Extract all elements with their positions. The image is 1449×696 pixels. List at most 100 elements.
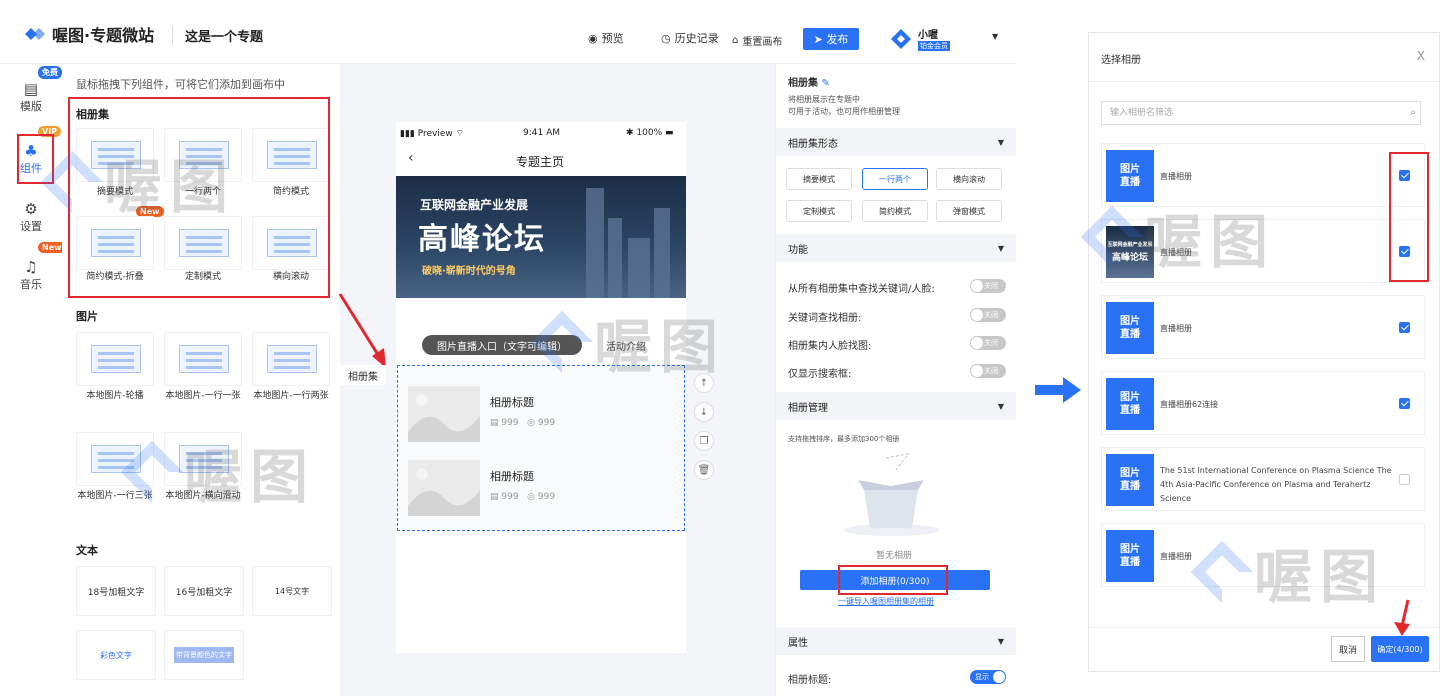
cancel-button[interactable]: 取消 [1331,636,1365,662]
image-thumb-icon [179,345,229,373]
section-function[interactable]: 功能 ▼ [776,234,1016,262]
tile-text-bg[interactable]: 带背景颜色的文字 [164,630,244,680]
highlight-box [17,134,54,184]
tile-image-three[interactable] [76,432,154,486]
move-up-icon[interactable]: ↑ [694,373,714,393]
close-icon[interactable]: X [1417,49,1425,63]
chevron-down-icon: ▼ [997,137,1004,147]
move-down-icon[interactable]: ↓ [694,402,714,422]
section-attr[interactable]: 属性 ▼ [776,627,1016,655]
list-item[interactable]: 相册标题 ▤ 999 ◎ 999 [408,386,668,442]
mode-summary[interactable]: 摘要模式 [786,168,852,190]
reset-button[interactable]: ⌂ 重置画布 [732,33,782,48]
tile-image-two[interactable] [252,332,330,386]
toggle-switch[interactable]: 显示 [970,670,1006,684]
list-item[interactable]: 图片 直播 直播相册 [1101,295,1425,359]
user-name: 小喔 [918,30,938,41]
tab-activity[interactable]: 活动介绍 [606,338,646,353]
highlight-box [1389,152,1429,282]
history-button[interactable]: ◷ 历史记录 [661,30,719,46]
list-item[interactable]: 互联网金融产业发展 高峰论坛 直播相册 [1101,219,1425,283]
tile-text-18[interactable]: 18号加粗文字 [76,566,156,616]
tile-text-color[interactable]: 彩色文字 [76,630,156,680]
banner-title: 高峰论坛 [418,222,546,257]
confirm-button[interactable]: 确定(4/300) [1371,636,1429,662]
toggle-switch[interactable]: 关闭 [970,279,1006,293]
toggle-switch[interactable]: 关闭 [970,336,1006,350]
publish-button[interactable]: ➤ 发布 [803,28,859,50]
mode-popup[interactable]: 弹窗模式 [936,200,1002,222]
delete-icon[interactable]: 🗑 [694,460,714,480]
search-icon[interactable]: ⌕ [1410,102,1416,124]
checkbox[interactable] [1399,398,1410,409]
logo-icon [25,28,45,40]
toggle-switch[interactable]: 关闭 [970,308,1006,322]
section-manage[interactable]: 相册管理 ▼ [776,392,1016,420]
mode-row-two[interactable]: 一行两个 [862,168,928,190]
mode-custom[interactable]: 定制模式 [786,200,852,222]
back-icon[interactable]: ‹ [408,150,414,166]
tab-live-entry[interactable]: 图片直播入口（文字可编辑） [422,335,582,355]
album-name: 直播相册62连接 [1160,400,1219,409]
building-shape [586,188,604,298]
empty-text: 暂无相册 [876,551,913,561]
tile-image-carousel[interactable] [76,332,154,386]
tile-image-scroll[interactable] [164,432,242,486]
user-menu[interactable]: 小喔 铂金会员 [890,26,950,51]
red-arrow-icon [1394,599,1410,636]
list-item[interactable]: 相册标题 ▤ 999 ◎ 999 [408,460,668,516]
import-link[interactable]: 一键导入喔图相册集的相册 [838,596,934,607]
list-item[interactable]: 图片 直播 直播相册 [1101,523,1425,587]
eye-icon: ◎ [527,418,536,428]
list-item[interactable]: 图片 直播 直播相册62连接 [1101,371,1425,435]
toggle-row: 相册标题: 显示 [788,670,1006,686]
edit-icon[interactable]: ✎ [821,78,829,89]
nav-music[interactable]: ♫ 音乐 [0,258,62,292]
eye-icon: ◎ [527,492,536,502]
album-name: 直播相册 [1160,172,1192,181]
chevron-down-icon[interactable]: ▼ [992,32,998,41]
photo-icon: ▤ [490,418,499,428]
mode-simple[interactable]: 简约模式 [862,200,928,222]
album-component-selected[interactable]: 相册标题 ▤ 999 ◎ 999 相册标题 ▤ 999 ◎ 999 [397,365,685,531]
tile-text-14[interactable]: 14号文字 [252,566,332,616]
list-item[interactable]: 图片 直播 The 51st International Conference on… [1101,447,1425,511]
toggle-row: 从所有相册集中查找关键词/人脸: 关闭 [788,279,1006,295]
component-toolbar: ↑ ↓ ❐ 🗑 [694,373,714,489]
phone-page-title: 专题主页 [516,155,565,169]
search-input[interactable]: 输入相册名筛选 ⌕ [1101,101,1421,125]
image-thumb-icon [91,445,141,473]
album-title: 相册标题 [490,470,534,483]
event-banner: 互联网金融产业发展 高峰论坛 破晓·崭新时代的号角 [396,176,686,298]
settings-icon: ⚙ [24,200,38,218]
tile-text-16[interactable]: 16号加粗文字 [164,566,244,616]
checkbox[interactable] [1399,474,1410,485]
dialog-footer: 取消 确定(4/300) [1089,627,1439,671]
list-item[interactable]: 图片 直播 直播相册 [1101,143,1425,207]
checkbox[interactable] [1399,322,1410,333]
app-logo[interactable]: 喔图·专题微站 [24,22,154,46]
album-meta: ▤ 999 ◎ 999 [490,418,556,428]
eye-icon: ◉ [588,31,598,45]
banner-subtitle: 互联网金融产业发展 [420,198,529,212]
preview-button[interactable]: ◉ 预览 [588,30,624,46]
clock-icon: ◷ [661,31,671,45]
section-form[interactable]: 相册集形态 ▼ [776,128,1016,156]
tile-label: 本地图片-轮播 [86,391,144,401]
toggle-switch[interactable]: 关闭 [970,364,1006,378]
status-time: 9:41 AM [523,128,560,138]
mode-horizontal[interactable]: 横向滚动 [936,168,1002,190]
reset-icon: ⌂ [732,35,739,46]
page-name[interactable]: 这是一个专题 [172,26,263,45]
send-icon: ➤ [813,32,827,46]
building-shape [654,208,670,298]
section-image: 图片 [76,310,98,323]
nav-settings[interactable]: ⚙ 设置 [0,200,62,234]
properties-panel: 相册集 ✎ 将相册展示在专题中 可用于活动，也可用作相册管理 相册集形态 ▼ 摘要… [775,64,1016,696]
manage-hint: 支持拖拽排序，最多添加300个相册 [788,435,900,443]
nav-template[interactable]: ▤ 模版 [0,80,62,114]
battery-icon: ✱ 100% ▬ [626,128,674,138]
user-badge: 铂金会员 [918,41,950,51]
tile-image-one[interactable] [164,332,242,386]
copy-icon[interactable]: ❐ [694,431,714,451]
